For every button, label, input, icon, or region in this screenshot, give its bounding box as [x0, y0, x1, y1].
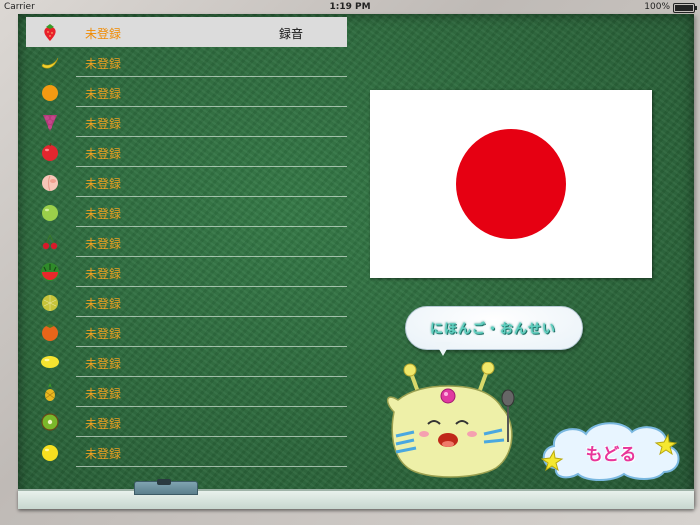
item-status: 未登録 — [85, 117, 122, 131]
speech-bubble-text: にほんご・おんせい — [429, 322, 556, 337]
back-button-label: もどる — [585, 445, 637, 465]
item-status: 未登録 — [85, 27, 122, 41]
mascot-character — [386, 362, 515, 478]
list-item[interactable]: 未登録 — [26, 137, 347, 167]
speech-bubble: にほんご・おんせい — [405, 306, 583, 356]
item-status: 未登録 — [85, 297, 122, 311]
item-status: 未登録 — [85, 147, 122, 161]
persimmon-icon — [42, 324, 58, 341]
cherry-icon — [42, 234, 58, 250]
green-apple-icon — [42, 205, 58, 221]
list-item[interactable]: 未登録 — [26, 107, 347, 137]
item-status: 未登録 — [85, 267, 122, 281]
list-item[interactable]: 未登録 — [26, 77, 347, 107]
list-item[interactable]: 未登録 — [26, 317, 347, 347]
list-item[interactable]: 未登録 録音 — [26, 17, 347, 47]
battery-icon — [673, 3, 697, 13]
item-status: 未登録 — [85, 177, 122, 191]
list-item[interactable]: 未登録 — [26, 347, 347, 377]
grapes-icon — [43, 115, 57, 131]
status-bar: Carrier 1:19 PM 100% — [0, 0, 700, 14]
battery-percent: 100% — [644, 2, 670, 12]
clock: 1:19 PM — [329, 2, 371, 12]
orange-icon — [42, 82, 58, 101]
kiwi-icon — [41, 413, 59, 431]
flag-sun-disc — [456, 129, 566, 239]
melon-icon — [42, 295, 58, 311]
back-button[interactable]: もどる — [536, 418, 686, 484]
strawberry-icon — [44, 24, 56, 41]
list-item[interactable]: 未登録 — [26, 47, 347, 77]
item-status: 未登録 — [85, 327, 122, 341]
banana-icon — [41, 57, 59, 69]
list-item[interactable]: 未登録 — [26, 407, 347, 437]
chalkboard-ledge — [18, 489, 694, 509]
list-item[interactable]: 未登録 — [26, 287, 347, 317]
item-status: 未登録 — [85, 387, 122, 401]
list-item[interactable]: 未登録 — [26, 197, 347, 227]
list-item[interactable]: 未登録 — [26, 257, 347, 287]
record-button[interactable]: 録音 — [279, 25, 303, 42]
item-status: 未登録 — [85, 357, 122, 371]
peach-icon — [42, 175, 58, 192]
list-item[interactable]: 未登録 — [26, 437, 347, 467]
item-status: 未登録 — [85, 207, 122, 221]
list-item[interactable]: 未登録 — [26, 377, 347, 407]
apple-icon — [42, 142, 58, 161]
item-status: 未登録 — [85, 417, 122, 431]
watermelon-icon — [41, 263, 59, 281]
pineapple-icon — [45, 383, 55, 401]
lemon-icon — [41, 356, 59, 368]
item-status: 未登録 — [85, 57, 122, 71]
item-status: 未登録 — [85, 447, 122, 461]
fruit-list[interactable]: 未登録 録音 未登録 未登録 未登録 未登録 未登録 未登録 未登録 未登録 未… — [26, 17, 347, 482]
eraser-icon — [134, 479, 198, 495]
list-item[interactable]: 未登録 — [26, 167, 347, 197]
item-status: 未登録 — [85, 237, 122, 251]
list-item[interactable]: 未登録 — [26, 227, 347, 257]
japan-flag — [370, 90, 652, 278]
grapefruit-icon — [42, 445, 58, 461]
item-status: 未登録 — [85, 87, 122, 101]
